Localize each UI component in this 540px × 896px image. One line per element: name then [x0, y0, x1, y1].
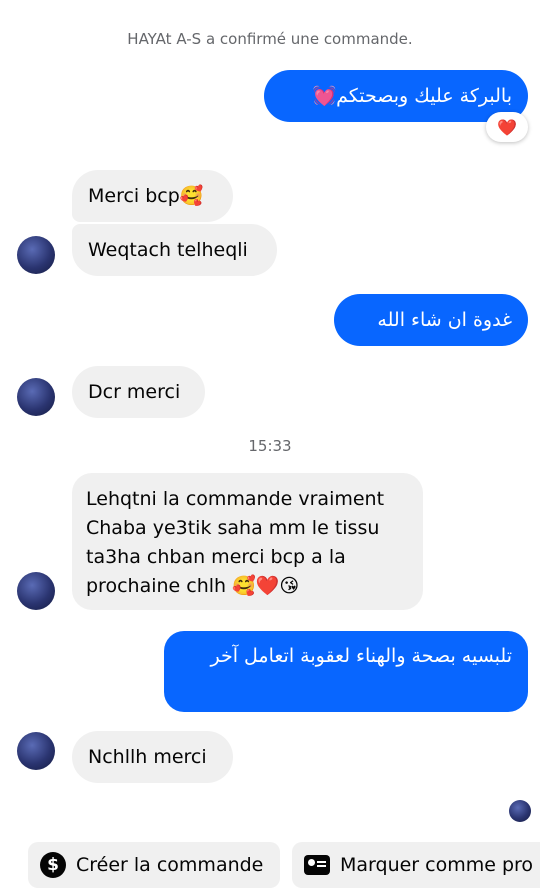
id-card-icon: [304, 855, 330, 875]
incoming-message[interactable]: Lehqtni la commande vraiment Chaba ye3ti…: [72, 473, 423, 610]
outgoing-message[interactable]: غدوة ان شاء الله: [334, 294, 528, 346]
create-order-button[interactable]: $ Créer la commande: [28, 842, 280, 888]
system-message: HAYAt A-S a confirmé une commande.: [127, 30, 413, 48]
outgoing-message[interactable]: بالبركة عليك وبصحتكم💓: [264, 70, 528, 122]
incoming-message[interactable]: Merci bcp🥰: [72, 170, 233, 222]
contact-avatar[interactable]: [17, 732, 55, 770]
incoming-message[interactable]: Weqtach telheqli: [72, 224, 277, 276]
dollar-icon: $: [40, 852, 66, 878]
heart-reaction-icon[interactable]: ❤️: [486, 112, 528, 142]
outgoing-message[interactable]: تلبسيه بصحة والهناء لعقوبة اتعامل آخر: [164, 631, 528, 712]
create-order-label: Créer la commande: [76, 854, 264, 876]
mark-as-label: Marquer comme pro: [340, 854, 534, 876]
contact-avatar[interactable]: [17, 572, 55, 610]
message-timestamp: 15:33: [248, 437, 292, 455]
mark-as-button[interactable]: Marquer comme pro: [292, 842, 540, 888]
contact-avatar[interactable]: [17, 236, 55, 274]
seen-receipt-avatar: [509, 800, 531, 822]
contact-avatar[interactable]: [17, 378, 55, 416]
incoming-message[interactable]: Dcr merci: [72, 366, 205, 418]
incoming-message[interactable]: Nchllh merci: [72, 731, 233, 783]
